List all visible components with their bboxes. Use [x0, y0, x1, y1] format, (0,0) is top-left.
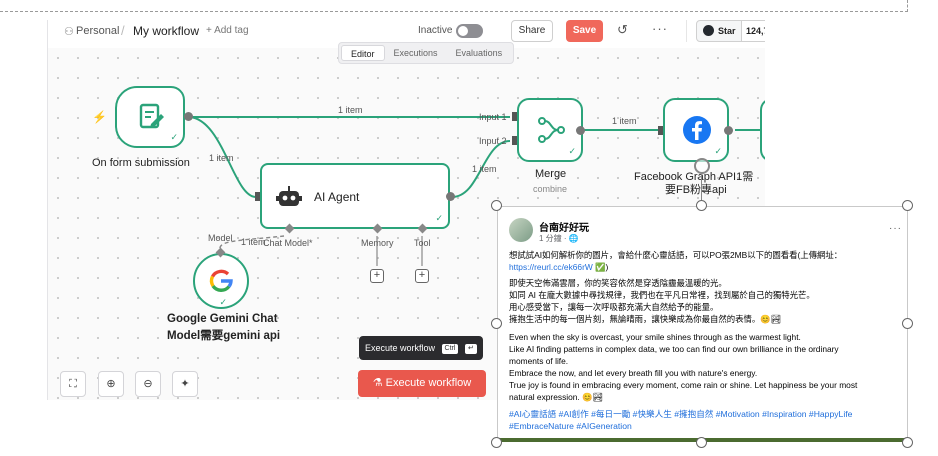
page-name: 台南好好玩 — [539, 223, 589, 234]
post-en-line: Like AI finding patterns in complex data… — [509, 344, 839, 354]
post-more-icon: ··· — [889, 223, 902, 234]
chat-model-label: Chat Model* — [263, 238, 313, 248]
facebook-input-handle[interactable] — [658, 126, 663, 135]
trigger-bolt-icon: ⚡ — [92, 110, 107, 124]
post-link-line: https://reurl.cc/ek66rW ✅) — [509, 262, 608, 273]
fit-view-button[interactable]: ⛶ — [60, 371, 86, 397]
robot-icon — [276, 186, 302, 206]
rotate-handle[interactable] — [694, 158, 710, 174]
form-icon — [139, 103, 164, 129]
google-icon — [209, 269, 233, 292]
success-check-icon: ✓ — [435, 213, 443, 223]
resize-handle-right[interactable] — [902, 318, 913, 329]
view-tabs: Editor Executions Evaluations — [338, 42, 515, 64]
post-zh-line: 如同 AI 在龐大數據中尋找規律，我們也在平凡日常裡，找到屬於自己的獨特光芒。 — [509, 290, 815, 300]
zoom-in-icon: ⊕ — [106, 378, 116, 390]
post-link-suffix: ✅) — [592, 262, 609, 272]
post-zh-line: 用心感受當下，讓每一次呼吸都充滿大自然給予的能量。 — [509, 302, 719, 312]
post-link: https://reurl.cc/ek66rW — [509, 262, 593, 272]
node-google-gemini[interactable]: ✓ — [193, 253, 249, 309]
tab-executions[interactable]: Executions — [385, 45, 447, 61]
node-gemini-label-line1: Google Gemini Chat — [167, 313, 278, 325]
post-en-line: Embrace the now, and let every breath fi… — [509, 368, 758, 378]
agent-output-handle[interactable] — [446, 192, 455, 201]
edge-label-agent-merge: 1 item — [472, 164, 497, 174]
resize-handle-left[interactable] — [491, 318, 502, 329]
tool-label: Tool — [414, 238, 431, 248]
execute-tooltip: Execute workflow Ctrl ↵ — [359, 336, 483, 360]
post-hashtags-line2: #EmbraceNature #AIGeneration — [509, 421, 632, 431]
merge-input2-handle[interactable] — [512, 136, 517, 145]
post-time-text: 1 分鐘 · — [539, 234, 569, 243]
form-output-handle[interactable] — [184, 112, 193, 121]
success-check-icon: ✓ — [170, 132, 178, 142]
add-memory-button[interactable]: + — [370, 269, 384, 283]
merge-input2-label: Input 2 — [479, 136, 507, 146]
tab-editor[interactable]: Editor — [341, 45, 385, 61]
tab-evaluations[interactable]: Evaluations — [447, 45, 512, 61]
post-en-line: Even when the sky is overcast, your smil… — [509, 332, 801, 342]
gemini-model-label: Model — [208, 233, 233, 243]
node-merge-subtitle: combine — [533, 184, 568, 194]
success-check-icon: ✓ — [714, 146, 722, 156]
node-merge-label: Merge — [535, 168, 567, 180]
post-en-line: True joy is found in embracing every mom… — [509, 380, 858, 390]
agent-input-handle[interactable] — [255, 192, 260, 201]
resize-handle-top-left[interactable] — [491, 200, 502, 211]
outer-frame — [0, 0, 908, 12]
merge-input1-handle[interactable] — [512, 112, 517, 121]
post-en-line: moments of life. — [509, 356, 569, 366]
tooltip-text: Execute workflow — [365, 343, 436, 353]
node-facebook-graph[interactable]: ✓ — [663, 98, 729, 162]
facebook-icon — [683, 116, 711, 144]
node-ai-agent[interactable]: AI Agent ✓ — [260, 163, 450, 229]
edge-label-form-agent: 1 item — [209, 153, 234, 163]
zoom-out-button[interactable]: ⊖ — [135, 371, 161, 397]
resize-handle-top[interactable] — [696, 200, 707, 211]
resize-handle-bottom-left[interactable] — [491, 437, 502, 448]
kbd-enter: ↵ — [464, 344, 477, 354]
post-zh-line: 擁抱生活中的每一個片刻，無論晴雨，讓快樂成為你最自然的表情。😊🏞 — [509, 314, 782, 324]
post-hashtags-line1: #AI心靈話語 #AI創作 #每日一勵 #快樂人生 #擁抱自然 #Motivat… — [509, 409, 853, 419]
add-tool-button[interactable]: + — [415, 269, 429, 283]
merge-output-handle[interactable] — [576, 126, 585, 135]
page-avatar — [509, 218, 533, 242]
post-time: 1 分鐘 · 🌐 — [539, 233, 579, 244]
post-en-line: natural expression. 😊🏞 — [509, 392, 604, 402]
node-next-partial[interactable] — [760, 98, 765, 162]
edge-label-form-merge: 1 item — [338, 105, 363, 115]
screenshot-root: ⚇ Personal / My workflow + Add tag Inact… — [0, 0, 938, 456]
facebook-output-handle[interactable] — [724, 126, 733, 135]
node-merge[interactable]: ✓ — [517, 98, 583, 162]
node-gemini-label-line2: Model需要gemini api — [167, 330, 281, 342]
tidy-up-button[interactable]: ✦ — [172, 371, 198, 397]
post-zh-line: 即使天空佈滿雲層，你的笑容依然是穿透陰霾最溫暖的光。 — [509, 278, 727, 288]
tidy-up-icon: ✦ — [180, 378, 190, 390]
resize-handle-bottom[interactable] — [696, 437, 707, 448]
resize-handle-top-right[interactable] — [902, 200, 913, 211]
zoom-out-icon: ⊖ — [143, 378, 153, 390]
node-ai-agent-label: AI Agent — [314, 190, 360, 204]
facebook-post-image[interactable]: 台南好好玩 1 分鐘 · 🌐 ··· 想試試AI如何解析你的圖片，會給什麼心靈話… — [497, 206, 908, 442]
zoom-in-button[interactable]: ⊕ — [98, 371, 124, 397]
merge-icon — [538, 117, 565, 143]
edge-label-merge-facebook: 1 item — [612, 116, 637, 126]
memory-label: Memory — [361, 238, 394, 248]
edge-label-gemini-agent: 1 item — [241, 237, 266, 247]
post-line-1: 想試試AI如何解析你的圖片，會給什麼心靈話語，可以PO張2MB以下的圖看看(上傳… — [509, 250, 843, 260]
success-check-icon: ✓ — [568, 146, 576, 156]
execute-workflow-button[interactable]: ⚗ Execute workflow — [358, 370, 486, 397]
node-form-submission[interactable]: ✓ — [115, 86, 185, 148]
node-form-label: On form submission — [92, 157, 190, 169]
node-facebook-label-line2: 要FB粉專api — [665, 184, 727, 196]
merge-input1-label: Input 1 — [479, 112, 507, 122]
success-check-icon: ✓ — [219, 297, 227, 307]
fit-view-icon: ⛶ — [69, 378, 77, 390]
globe-icon: 🌐 — [568, 234, 579, 243]
resize-handle-bottom-right[interactable] — [902, 437, 913, 448]
kbd-ctrl: Ctrl — [441, 344, 459, 354]
